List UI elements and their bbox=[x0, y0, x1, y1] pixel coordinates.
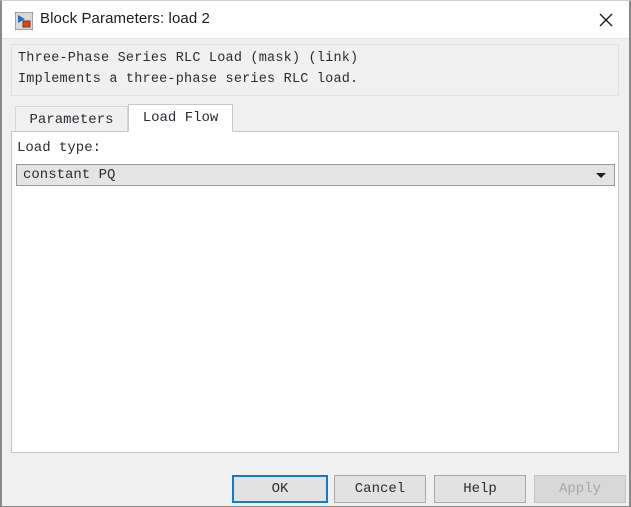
load-type-dropdown[interactable]: constant PQ bbox=[16, 164, 615, 186]
description-title: Three-Phase Series RLC Load (mask) (link… bbox=[18, 51, 359, 66]
close-button[interactable] bbox=[583, 1, 629, 38]
load-type-value: constant PQ bbox=[23, 167, 116, 183]
load-flow-panel: Load type: constant PQ bbox=[11, 131, 619, 453]
cancel-button[interactable]: Cancel bbox=[334, 475, 426, 503]
help-button[interactable]: Help bbox=[434, 475, 526, 503]
tab-strip: Parameters Load Flow bbox=[11, 104, 619, 132]
title-bar: Block Parameters: load 2 bbox=[2, 1, 629, 39]
tab-load-flow-label: Load Flow bbox=[142, 110, 219, 126]
apply-button: Apply bbox=[534, 475, 626, 503]
cancel-button-label: Cancel bbox=[354, 481, 406, 497]
tab-parameters-label: Parameters bbox=[29, 111, 114, 128]
ok-button-label: OK bbox=[271, 481, 289, 497]
simulink-block-icon bbox=[14, 11, 34, 31]
tab-load-flow[interactable]: Load Flow bbox=[128, 104, 233, 132]
close-icon bbox=[599, 13, 613, 27]
block-parameters-dialog: Block Parameters: load 2 Three-Phase Ser… bbox=[0, 0, 631, 507]
help-button-label: Help bbox=[463, 481, 497, 497]
description-body: Implements a three-phase series RLC load… bbox=[18, 72, 359, 87]
chevron-down-icon bbox=[596, 173, 606, 178]
tab-parameters[interactable]: Parameters bbox=[15, 106, 128, 132]
window-title: Block Parameters: load 2 bbox=[40, 10, 210, 27]
apply-button-label: Apply bbox=[558, 481, 601, 497]
load-type-label: Load type: bbox=[17, 140, 102, 156]
ok-button[interactable]: OK bbox=[232, 475, 328, 503]
block-description: Three-Phase Series RLC Load (mask) (link… bbox=[11, 44, 619, 96]
dialog-button-bar: OK Cancel Help Apply bbox=[2, 453, 629, 506]
